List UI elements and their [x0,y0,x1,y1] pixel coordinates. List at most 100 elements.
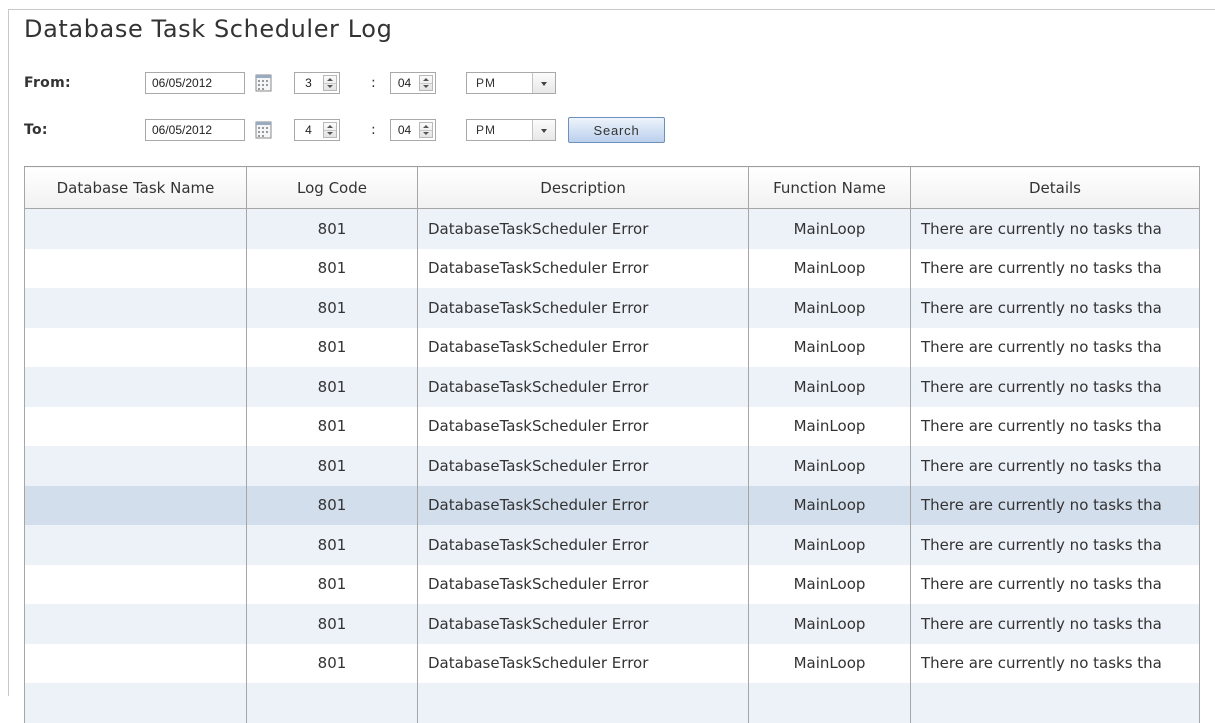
details-cell: There are currently no tasks tha [910,643,1200,683]
details-cell: There are currently no tasks tha [910,248,1200,288]
table-row[interactable]: 801 DatabaseTaskScheduler Error MainLoop Th… [24,248,1200,288]
log-table: Database Task Name Log Code Description … [24,166,1200,723]
table-row[interactable] [24,683,1200,723]
task-name-cell [24,485,247,525]
log-code-cell: 801 [246,604,418,644]
table-row[interactable]: 801 DatabaseTaskScheduler Error MainLoop Th… [24,643,1200,683]
function-name-cell: MainLoop [748,327,911,367]
column-header-details[interactable]: Details [910,166,1200,209]
to-hour-stepper[interactable]: 4 [294,119,340,141]
search-button[interactable]: Search [568,117,665,143]
table-row[interactable]: 801 DatabaseTaskScheduler Error MainLoop Th… [24,327,1200,367]
spin-down-arrow-icon[interactable] [420,130,432,137]
from-ampm-select[interactable]: PM [466,72,556,94]
log-code-cell: 801 [246,288,418,328]
stepper-buttons [419,122,433,138]
function-name-cell: MainLoop [748,248,911,288]
spin-down-arrow-icon[interactable] [324,130,336,137]
table-row[interactable]: 801 DatabaseTaskScheduler Error MainLoop Th… [24,288,1200,328]
time-separator: : [371,122,376,138]
details-cell: There are currently no tasks tha [910,208,1200,249]
details-cell: There are currently no tasks tha [910,525,1200,565]
from-label: From: [24,75,71,91]
time-separator: : [371,75,376,91]
description-cell: DatabaseTaskScheduler Error [417,485,749,525]
to-label: To: [24,122,48,138]
description-cell: DatabaseTaskScheduler Error [417,406,749,446]
spin-down-arrow-icon[interactable] [420,83,432,90]
description-cell [417,683,749,723]
table-body: 801 DatabaseTaskScheduler Error MainLoop Th… [24,208,1200,723]
description-cell: DatabaseTaskScheduler Error [417,643,749,683]
table-row[interactable]: 801 DatabaseTaskScheduler Error MainLoop Th… [24,208,1200,249]
task-name-cell [24,327,247,367]
function-name-cell [748,683,911,723]
from-hour-value: 3 [305,76,312,90]
description-cell: DatabaseTaskScheduler Error [417,604,749,644]
log-code-cell: 801 [246,446,418,486]
stepper-buttons [419,75,433,91]
from-minute-value: 04 [397,76,412,90]
to-ampm-select[interactable]: PM [466,119,556,141]
to-minute-value: 04 [397,123,412,137]
from-hour-stepper[interactable]: 3 [294,72,340,94]
window-border-top [8,9,1215,10]
task-name-cell [24,564,247,604]
window-border-left [8,9,9,696]
table-row[interactable]: 801 DatabaseTaskScheduler Error MainLoop Th… [24,485,1200,525]
function-name-cell: MainLoop [748,208,911,249]
from-date-input[interactable] [145,72,245,94]
description-cell: DatabaseTaskScheduler Error [417,446,749,486]
details-cell: There are currently no tasks tha [910,446,1200,486]
table-row[interactable]: 801 DatabaseTaskScheduler Error MainLoop Th… [24,604,1200,644]
column-header-function-name[interactable]: Function Name [748,166,911,209]
table-row[interactable]: 801 DatabaseTaskScheduler Error MainLoop Th… [24,525,1200,565]
table-row[interactable]: 801 DatabaseTaskScheduler Error MainLoop Th… [24,406,1200,446]
description-cell: DatabaseTaskScheduler Error [417,327,749,367]
task-name-cell [24,288,247,328]
log-code-cell: 801 [246,367,418,407]
description-cell: DatabaseTaskScheduler Error [417,564,749,604]
description-cell: DatabaseTaskScheduler Error [417,208,749,249]
function-name-cell: MainLoop [748,604,911,644]
details-cell: There are currently no tasks tha [910,327,1200,367]
function-name-cell: MainLoop [748,288,911,328]
table-row[interactable]: 801 DatabaseTaskScheduler Error MainLoop Th… [24,367,1200,407]
task-name-cell [24,683,247,723]
stepper-buttons [323,75,337,91]
details-cell: There are currently no tasks tha [910,485,1200,525]
calendar-icon[interactable] [254,120,274,140]
function-name-cell: MainLoop [748,446,911,486]
task-name-cell [24,406,247,446]
log-code-cell: 801 [246,248,418,288]
to-minute-stepper[interactable]: 04 [390,119,436,141]
chevron-down-icon[interactable] [532,120,555,140]
function-name-cell: MainLoop [748,564,911,604]
task-name-cell [24,208,247,249]
task-name-cell [24,367,247,407]
spin-down-arrow-icon[interactable] [324,83,336,90]
task-name-cell [24,446,247,486]
function-name-cell: MainLoop [748,525,911,565]
description-cell: DatabaseTaskScheduler Error [417,288,749,328]
table-header-row: Database Task Name Log Code Description … [24,166,1200,209]
from-ampm-value: PM [476,76,496,90]
description-cell: DatabaseTaskScheduler Error [417,248,749,288]
log-code-cell [246,683,418,723]
task-name-cell [24,643,247,683]
to-hour-value: 4 [305,123,312,137]
from-minute-stepper[interactable]: 04 [390,72,436,94]
to-date-input[interactable] [145,119,245,141]
description-cell: DatabaseTaskScheduler Error [417,367,749,407]
chevron-down-icon[interactable] [532,73,555,93]
details-cell: There are currently no tasks tha [910,367,1200,407]
table-row[interactable]: 801 DatabaseTaskScheduler Error MainLoop Th… [24,446,1200,486]
table-row[interactable]: 801 DatabaseTaskScheduler Error MainLoop Th… [24,564,1200,604]
description-cell: DatabaseTaskScheduler Error [417,525,749,565]
log-code-cell: 801 [246,327,418,367]
column-header-description[interactable]: Description [417,166,749,209]
function-name-cell: MainLoop [748,367,911,407]
calendar-icon[interactable] [254,73,274,93]
column-header-task-name[interactable]: Database Task Name [24,166,247,209]
column-header-log-code[interactable]: Log Code [246,166,418,209]
